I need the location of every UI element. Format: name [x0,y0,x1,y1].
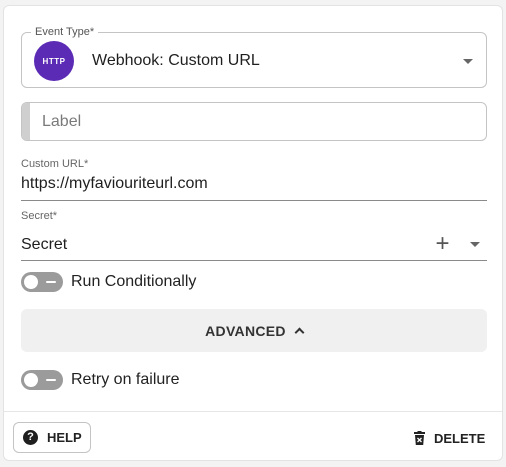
chevron-down-icon[interactable] [470,242,480,247]
custom-url-field[interactable]: Custom URL* https://myfaviouriteurl.com [21,157,487,205]
run-conditionally-toggle[interactable] [21,272,63,292]
event-config-card: Event Type* HTTP Webhook: Custom URL Cus… [3,5,503,461]
delete-button[interactable]: DELETE [414,427,485,449]
toggle-off-icon [46,379,56,381]
help-button[interactable]: ? HELP [13,422,91,453]
plus-icon[interactable]: + [434,232,451,256]
run-conditionally-row: Run Conditionally [21,270,196,294]
secret-field[interactable]: Secret* Secret + [21,209,487,264]
label-field-accent [22,103,30,140]
toggle-knob [24,373,38,387]
custom-url-underline [21,200,487,201]
secret-underline [21,260,487,261]
secret-value[interactable]: Secret [21,235,67,255]
event-type-select[interactable]: Event Type* HTTP Webhook: Custom URL [21,25,487,88]
custom-url-input[interactable]: https://myfaviouriteurl.com [21,174,208,194]
retry-on-failure-label: Retry on failure [71,371,180,388]
label-input[interactable] [30,103,486,140]
chevron-down-icon[interactable] [463,59,473,64]
label-field[interactable] [21,102,487,141]
trash-icon [414,431,425,445]
secret-label: Secret* [21,210,58,222]
delete-label: DELETE [434,430,486,446]
advanced-label: ADVANCED [205,322,286,339]
retry-on-failure-row: Retry on failure [21,368,180,392]
chevron-up-icon [294,327,305,338]
event-type-value: Webhook: Custom URL [92,52,260,69]
help-icon: ? [23,430,38,445]
help-label: HELP [47,430,82,445]
toggle-knob [24,275,38,289]
http-icon: HTTP [34,41,74,81]
event-type-label: Event Type* [31,25,99,39]
run-conditionally-label: Run Conditionally [71,273,197,290]
toggle-off-icon [46,281,56,283]
retry-on-failure-toggle[interactable] [21,370,63,390]
advanced-toggle-button[interactable]: ADVANCED [21,309,487,352]
footer-divider [4,411,502,412]
custom-url-label: Custom URL* [21,158,89,170]
